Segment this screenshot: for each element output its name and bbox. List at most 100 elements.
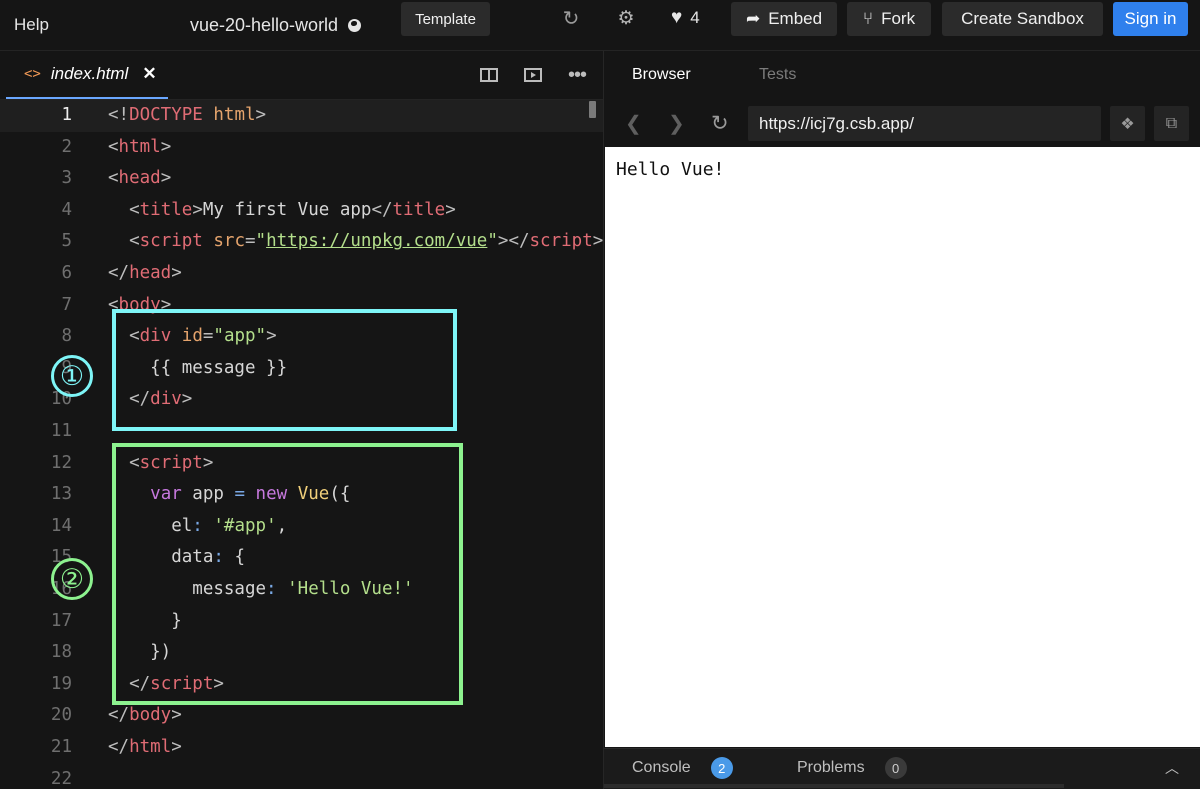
sandbox-title[interactable]: vue-20-hello-world [190,0,362,50]
like-button[interactable]: ♥ 4 [671,0,700,36]
split-view-icon[interactable] [480,51,498,99]
fork-button[interactable]: ⑂ Fork [847,2,931,36]
gear-icon[interactable]: ⚙ [616,0,636,36]
code-token: title [139,199,193,220]
url-input[interactable]: https://icj7g.csb.app/ [748,106,1101,141]
code-token: </ [371,199,393,220]
code-token: title [392,199,446,220]
code-token: > [445,199,456,220]
template-button[interactable]: Template [401,2,490,36]
code-token: head [118,168,161,189]
code-token: html [118,136,161,157]
embed-button[interactable]: ➦ Embed [731,2,837,36]
line-number: 13 [50,484,72,505]
line-number: 17 [50,610,72,631]
code-token: > [171,705,182,726]
open-preview-icon[interactable] [524,51,542,99]
code-text: <head> [108,168,171,188]
code-token: head [129,263,172,283]
code-line[interactable]: 6 </head> [0,258,603,290]
code-token: html [213,105,256,125]
code-token: </ [108,705,130,726]
code-token: > [160,136,172,157]
like-count: 4 [690,8,700,27]
tab-index-html[interactable]: <> index.html ✕ [6,51,168,99]
code-token: " [487,231,498,252]
code-token: > [160,168,172,189]
tab-problems[interactable]: Problems 0 [797,749,907,787]
code-line[interactable]: 22 [0,764,603,789]
code-token: DOCTYPE [129,105,203,125]
devtools-scrollbar[interactable] [604,784,1064,788]
code-token: < [108,168,119,189]
annotation-marker-1: ① [51,355,93,397]
create-sandbox-button[interactable]: Create Sandbox [942,2,1103,36]
code-token: My first Vue app [202,199,372,220]
refresh-icon[interactable]: ↻ [561,0,581,36]
back-icon[interactable]: ❮ [625,99,642,147]
tab-tests[interactable]: Tests [759,66,796,84]
code-token: > [592,231,603,252]
line-number: 8 [61,326,72,347]
preview-content-text: Hello Vue! [616,159,725,180]
fork-icon: ⑂ [862,9,874,28]
code-line[interactable]: 3 <head> [0,163,603,195]
code-token: script [139,231,203,252]
console-count-badge: 2 [710,757,733,779]
more-options-icon[interactable]: ••• [568,51,587,99]
line-number: 11 [50,421,72,441]
chevron-up-icon[interactable]: ︿ [1165,749,1179,787]
help-menu[interactable]: Help [14,0,49,50]
code-token: " [255,231,267,252]
annotation-marker-2: ② [51,558,93,600]
code-token: > [171,263,182,283]
tab-console[interactable]: Console 2 [632,749,733,787]
forward-icon[interactable]: ❯ [668,99,685,147]
editor-tab-bar: <> index.html ✕ ••• [0,51,603,100]
line-number: 22 [50,768,72,789]
code-line[interactable]: 1 <!DOCTYPE html> [0,100,603,132]
code-token: > [171,737,182,757]
code-line[interactable]: 20 </body> [0,700,603,732]
code-token: = [245,231,256,252]
sign-in-button[interactable]: Sign in [1113,2,1188,36]
code-token: </ [108,263,130,283]
line-number: 6 [61,263,72,283]
code-line[interactable]: 2 <html> [0,132,603,164]
code-line[interactable]: 4 <title>My first Vue app</title> [0,195,603,227]
code-token: <! [108,105,130,125]
open-new-window-icon[interactable]: ⧉ [1154,106,1189,141]
line-number: 4 [61,199,72,220]
line-number: 20 [50,705,72,726]
problems-count-badge: 0 [884,757,907,779]
line-number: 2 [61,136,72,157]
code-token: body [129,705,172,726]
code-text: </html> [108,737,182,757]
browser-pane: Browser Tests ❮ ❯ ↻ https://icj7g.csb.ap… [603,51,1200,789]
line-number: 19 [50,673,72,694]
code-line[interactable]: 21 </html> [0,732,603,764]
preview-viewport[interactable]: Hello Vue! [605,147,1200,747]
tab-browser[interactable]: Browser [632,66,691,84]
code-token: > [192,199,203,220]
code-token: < [129,231,140,252]
devtools-bar: Console 2 Problems 0 ︿ [604,748,1200,789]
code-token: < [129,199,140,220]
code-token: </ [108,737,130,757]
reload-icon[interactable]: ↻ [711,99,729,147]
code-token: https://unpkg.com/vue [266,231,488,252]
code-line[interactable]: 5 <script src="https://unpkg.com/vue"></… [0,226,603,258]
code-text: </body> [108,705,182,725]
code-token: < [108,136,119,157]
editor-scrollbar[interactable] [589,101,596,118]
code-token: src [213,231,245,252]
code-text: <script src="https://unpkg.com/vue"></sc… [108,231,603,251]
top-bar: Help vue-20-hello-world Template ↻ ⚙ ♥ 4… [0,0,1200,51]
close-icon[interactable]: ✕ [142,64,156,84]
line-number: 14 [50,515,72,536]
devtools-icon[interactable]: ❖ [1110,106,1145,141]
sandbox-title-text: vue-20-hello-world [190,14,339,35]
problems-label: Problems [797,759,865,776]
